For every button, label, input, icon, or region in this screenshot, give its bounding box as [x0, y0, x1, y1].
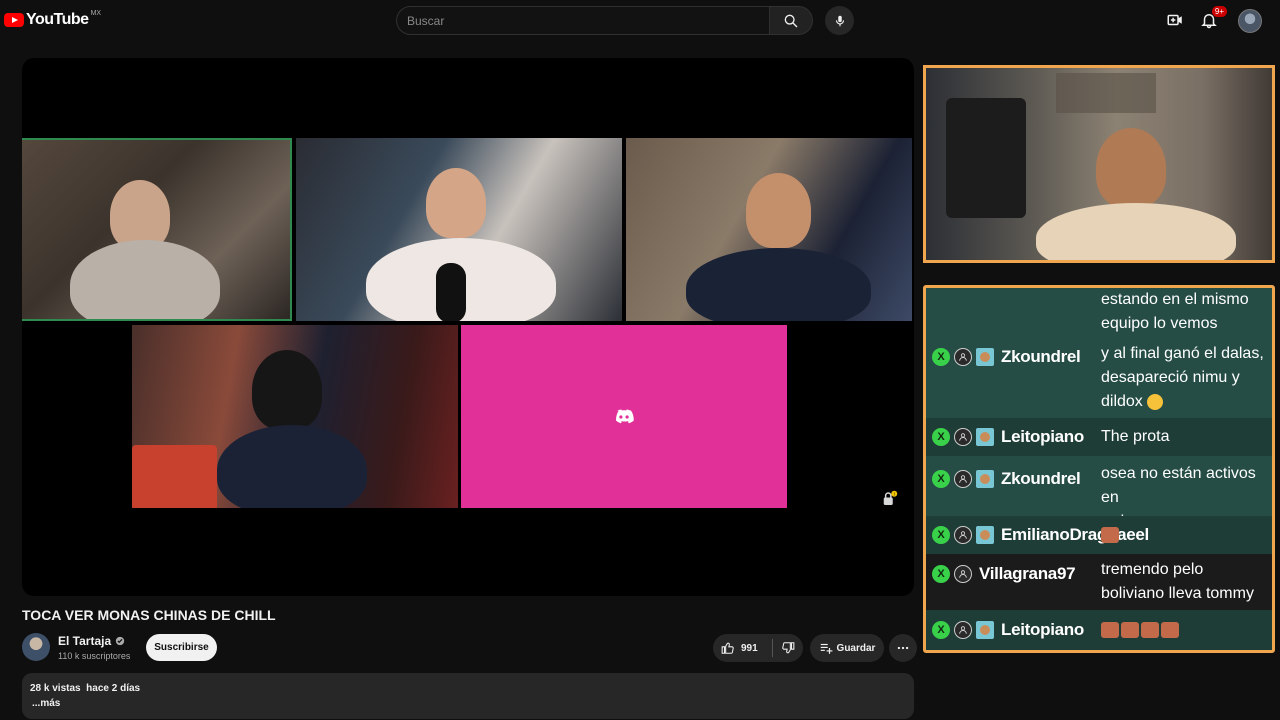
user-badge-icon: [954, 526, 972, 544]
xbox-badge-icon: X: [932, 526, 950, 544]
youtube-play-icon: [4, 13, 24, 27]
bear-badge-icon: [976, 428, 994, 446]
more-horizontal-icon: [897, 646, 909, 650]
webcam-overlay: [923, 65, 1275, 263]
xbox-badge-icon: X: [932, 565, 950, 583]
chat-message: X Villagrana97 tremendo pelo boliviano l…: [926, 554, 1272, 610]
subscribe-button[interactable]: Suscribirse: [146, 634, 217, 661]
channel-avatar[interactable]: [22, 633, 50, 661]
emote-icon: [1101, 621, 1119, 638]
bear-badge-icon: [976, 526, 994, 544]
chat-message-text: tremendo pelo boliviano lleva tommy: [1101, 561, 1254, 602]
channel-name-row[interactable]: El Tartaja: [58, 634, 125, 648]
chat-badges: X: [932, 348, 994, 366]
youtube-logo[interactable]: YouTube MX: [4, 8, 101, 32]
chat-message: X Zkoundrel y al final ganó el dalas, de…: [926, 338, 1272, 418]
svg-text:!: !: [894, 492, 895, 497]
logo-text: YouTube: [26, 11, 89, 28]
user-badge-icon: [954, 348, 972, 366]
posted-date: hace 2 días: [86, 683, 141, 694]
like-count: 991: [741, 642, 758, 654]
dislike-button[interactable]: [773, 634, 803, 662]
notification-badge: 9+: [1211, 6, 1227, 17]
chat-badges: X: [932, 470, 994, 488]
xbox-badge-icon: X: [932, 348, 950, 366]
emote-icon: [1121, 621, 1139, 638]
user-badge-icon: [954, 470, 972, 488]
chat-username[interactable]: Villagrana97: [979, 564, 1076, 584]
chat-message-text: estando en el mismo equipo lo vemos: [1101, 291, 1249, 332]
video-title: TOCA VER MONAS CHINAS DE CHILL: [22, 607, 276, 623]
thumbs-up-icon: [721, 642, 734, 654]
chat-message: estando en el mismo equipo lo vemos: [926, 288, 1272, 338]
discord-placeholder-tile: [461, 325, 787, 508]
chat-username[interactable]: Zkoundrel: [1001, 469, 1081, 489]
playlist-add-icon: [820, 643, 832, 654]
thumbs-down-icon: [782, 642, 795, 654]
save-label: Guardar: [836, 642, 876, 654]
user-badge-icon: [954, 428, 972, 446]
search-icon: [784, 14, 798, 27]
video-player[interactable]: !: [22, 58, 914, 596]
chat-message: X Leitopiano The prota: [926, 418, 1272, 456]
chat-overlay: estando en el mismo equipo lo vemos X Zk…: [923, 285, 1275, 653]
xbox-badge-icon: X: [932, 470, 950, 488]
user-badge-icon: [954, 565, 972, 583]
thinking-face-emoji-icon: [1147, 393, 1164, 410]
video-camera-plus-icon: [1167, 14, 1182, 26]
chat-badges: X: [932, 565, 972, 583]
microphone-icon: [835, 15, 844, 26]
account-avatar[interactable]: [1238, 9, 1262, 33]
bear-badge-icon: [976, 470, 994, 488]
notifications-button[interactable]: 9+: [1197, 6, 1227, 32]
lock-icon[interactable]: !: [880, 490, 898, 508]
bear-badge-icon: [976, 621, 994, 639]
bear-badge-icon: [976, 348, 994, 366]
channel-name[interactable]: El Tartaja: [58, 634, 111, 648]
emote-icon: [1161, 621, 1179, 638]
like-button[interactable]: 991: [713, 634, 772, 662]
create-button[interactable]: [1163, 8, 1187, 32]
subscriber-count: 110 k suscriptores: [58, 651, 131, 661]
chat-username[interactable]: Leitopiano: [1001, 427, 1084, 447]
chat-message: X EmilianoDragnaeel: [926, 516, 1272, 554]
chat-message-text: [1101, 618, 1271, 642]
chat-message-text: The prota: [1101, 428, 1170, 445]
chat-message: X Leitopiano: [926, 610, 1272, 650]
show-more-link[interactable]: ...más: [32, 698, 60, 709]
voice-search-button[interactable]: [825, 6, 854, 35]
xbox-badge-icon: X: [932, 621, 950, 639]
user-badge-icon: [954, 621, 972, 639]
verified-check-icon: [115, 636, 125, 646]
description-box[interactable]: 28 k vistas hace 2 días ...más: [22, 673, 914, 719]
chat-username[interactable]: Leitopiano: [1001, 620, 1084, 640]
chat-message-text: [1101, 523, 1271, 547]
country-code: MX: [90, 10, 102, 17]
xbox-badge-icon: X: [932, 428, 950, 446]
participant-tile-3: [626, 138, 912, 321]
chat-message-text: y al final ganó el dalas, desapareció ni…: [1101, 345, 1264, 410]
search-button[interactable]: [769, 6, 813, 35]
chat-username[interactable]: Zkoundrel: [1001, 347, 1081, 367]
view-count: 28 k vistas: [30, 683, 81, 694]
chat-badges: X: [932, 621, 994, 639]
emote-icon: [1141, 621, 1159, 638]
participant-tile-2: [296, 138, 622, 321]
chat-message: X Zkoundrel osea no están activos en red…: [926, 456, 1272, 530]
discord-icon: [616, 408, 634, 423]
like-dislike-group: 991: [713, 634, 803, 662]
participant-tile-1: [22, 138, 292, 321]
search-input[interactable]: [396, 6, 769, 35]
search-bar: [396, 6, 814, 35]
save-button[interactable]: Guardar: [810, 634, 884, 662]
chat-badges: X: [932, 428, 994, 446]
emote-icon: [1101, 526, 1119, 543]
chat-badges: X: [932, 526, 994, 544]
view-stats: 28 k vistas hace 2 días: [30, 683, 140, 694]
more-actions-button[interactable]: [889, 634, 917, 662]
participant-tile-4: [132, 325, 458, 508]
